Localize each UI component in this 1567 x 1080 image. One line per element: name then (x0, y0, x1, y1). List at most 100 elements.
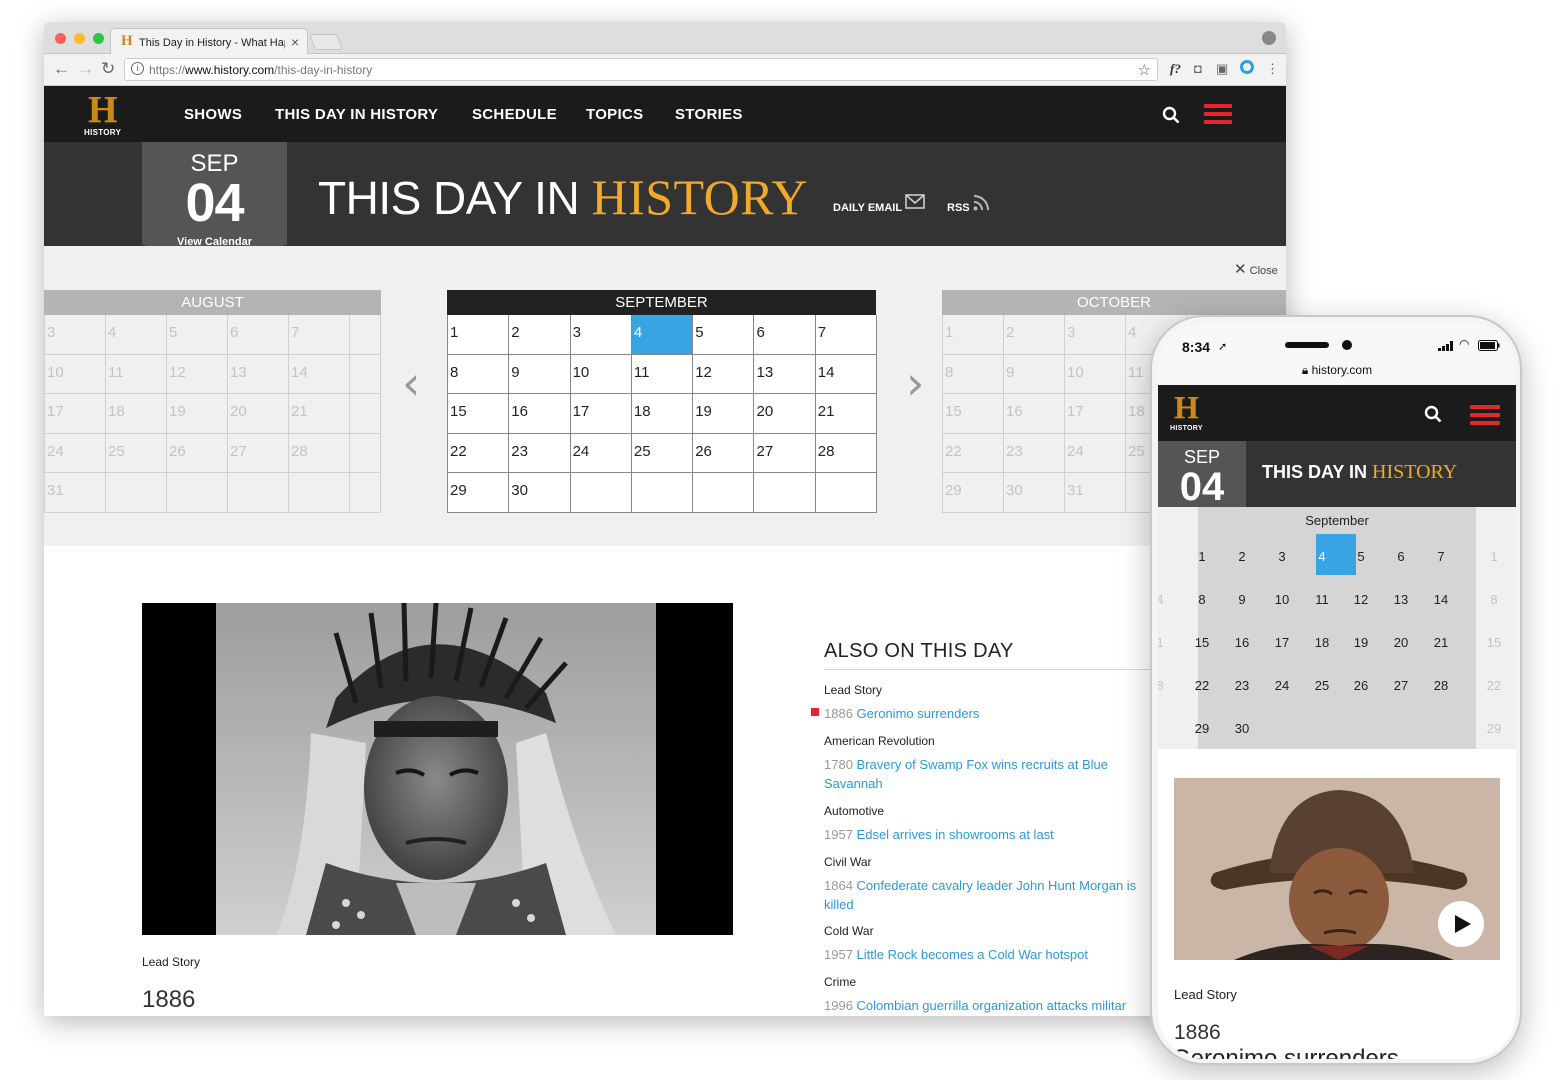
calendar-day[interactable]: 26 (167, 433, 228, 474)
calendar-day[interactable]: 11 (106, 354, 167, 395)
calendar-day[interactable]: 17 (1065, 394, 1126, 434)
calendar-day[interactable]: 19 (167, 394, 228, 434)
event-link[interactable]: 1996 Colombian guerrilla organization at… (824, 996, 1159, 1015)
calendar-day[interactable]: 20 (1381, 635, 1421, 650)
site-info-icon[interactable]: i (131, 62, 144, 75)
minimize-window-button[interactable] (74, 33, 85, 44)
calendar-day[interactable]: 4 (1302, 549, 1342, 564)
calendar-day[interactable]: 17 (45, 394, 106, 434)
calendar-day[interactable]: 10 (570, 354, 632, 395)
calendar-day[interactable]: 30 (1004, 473, 1065, 513)
calendar-day[interactable]: 29 (943, 473, 1004, 513)
daily-email-link[interactable]: DAILY EMAIL (833, 202, 902, 214)
calendar-day[interactable]: 12 (167, 354, 228, 395)
calendar-day[interactable]: 14 (1421, 592, 1461, 607)
calendar-day[interactable]: 5 (167, 315, 228, 355)
calendar-day[interactable]: 20 (754, 394, 816, 434)
calendar-day[interactable]: 14 (289, 354, 350, 395)
calendar-day[interactable]: 30 (509, 473, 571, 513)
calendar-day[interactable]: 22 (943, 433, 1004, 474)
calendar-day[interactable]: 18 (106, 394, 167, 434)
hamburger-menu-icon[interactable] (1470, 405, 1500, 427)
calendar-day[interactable]: 27 (754, 433, 816, 474)
calendar-day[interactable]: 28 (289, 433, 350, 474)
event-link[interactable]: 1864 Confederate cavalry leader John Hun… (824, 876, 1159, 914)
forward-arrow-icon[interactable]: → (77, 59, 94, 79)
envelope-icon[interactable] (905, 194, 925, 209)
calendar-day[interactable]: 8 (943, 354, 1004, 395)
calendar-day[interactable]: 2 (509, 315, 571, 355)
event-link[interactable]: 1780 Bravery of Swamp Fox wins recruits … (824, 755, 1159, 793)
calendar-day[interactable]: 27 (1381, 678, 1421, 693)
calendar-day[interactable]: 27 (228, 433, 289, 474)
chat-extension-icon[interactable]: ▣ (1216, 61, 1228, 77)
calendar-day[interactable]: 13 (754, 354, 816, 395)
calendar-day[interactable]: 22 (1182, 678, 1222, 693)
calendar-day[interactable]: 15 (1182, 635, 1222, 650)
calendar-day[interactable]: 19 (693, 394, 755, 434)
calendar-day[interactable]: 10 (1262, 592, 1302, 607)
calendar-day[interactable]: 30 (1222, 721, 1262, 736)
calendar-day[interactable]: 10 (1065, 354, 1126, 395)
play-button[interactable] (1438, 901, 1484, 947)
calendar-day[interactable]: 16 (1004, 394, 1065, 434)
calendar-day[interactable]: 9 (509, 354, 571, 395)
calendar-day[interactable]: 26 (693, 433, 755, 474)
nav-topics[interactable]: TOPICS (586, 106, 643, 123)
calendar-day[interactable]: 15 (448, 394, 510, 434)
circle-extension-icon[interactable] (1240, 60, 1254, 74)
calendar-day[interactable]: 7 (815, 315, 878, 355)
calendar-day[interactable]: 16 (509, 394, 571, 434)
calendar-day[interactable]: 21 (1421, 635, 1461, 650)
calendar-day[interactable]: 28 (1421, 678, 1461, 693)
calendar-day[interactable]: 24 (45, 433, 106, 474)
calendar-day[interactable]: 23 (1222, 678, 1262, 693)
bookmark-star-icon[interactable]: ☆ (1138, 61, 1151, 79)
rss-link[interactable]: RSS (947, 202, 970, 214)
calendar-day[interactable]: 25 (106, 433, 167, 474)
calendar-day[interactable]: 21 (815, 394, 878, 434)
calendar-day[interactable]: 5 (693, 315, 755, 355)
calendar-day[interactable]: 29 (448, 473, 510, 513)
search-icon[interactable] (1162, 106, 1180, 124)
reload-icon[interactable]: ↻ (101, 59, 115, 79)
nav-shows[interactable]: SHOWS (184, 106, 242, 123)
prev-month-arrow-icon[interactable]: ‹ (402, 356, 420, 410)
calendar-day[interactable]: 23 (1004, 433, 1065, 474)
event-link[interactable]: 1957 Little Rock becomes a Cold War hots… (824, 945, 1159, 964)
calendar-day[interactable]: 28 (815, 433, 878, 474)
event-link[interactable]: 1886 Geronimo surrenders (824, 704, 1159, 723)
calendar-day[interactable]: 18 (631, 394, 694, 434)
calendar-day[interactable]: 11 (1302, 592, 1342, 607)
close-calendar-button[interactable]: ✕ Close (1234, 260, 1278, 278)
calendar-day[interactable]: 22 (448, 433, 510, 474)
calendar-day[interactable]: 25 (631, 433, 694, 474)
calendar-day[interactable]: 13 (228, 354, 289, 395)
calendar-day[interactable]: 3 (1262, 549, 1302, 564)
calendar-day[interactable]: 1 (448, 315, 510, 355)
calendar-day[interactable]: 29 (1182, 721, 1222, 736)
calendar-day[interactable]: 6 (1381, 549, 1421, 564)
calendar-day[interactable]: 6 (228, 315, 289, 355)
menu-dots-icon[interactable]: ⋮ (1266, 61, 1279, 77)
calendar-day[interactable]: 31 (45, 473, 106, 513)
address-bar[interactable]: i https://www.history.com/this-day-in-hi… (124, 58, 1158, 81)
calendar-day[interactable]: 16 (1222, 635, 1262, 650)
calendar-day[interactable]: 2 (1222, 549, 1262, 564)
phone-address-bar[interactable]: 🔒︎ history.com (1158, 363, 1516, 378)
calendar-day[interactable]: 13 (1381, 592, 1421, 607)
calendar-day[interactable]: 2 (1004, 315, 1065, 355)
nav-schedule[interactable]: SCHEDULE (472, 106, 557, 123)
calendar-day[interactable]: 3 (570, 315, 632, 355)
calendar-day[interactable]: 17 (570, 394, 632, 434)
lead-story-headline[interactable]: Geronimo surrenders (1172, 1045, 1399, 1059)
calendar-day[interactable]: 26 (1341, 678, 1381, 693)
calendar-day[interactable]: 8 (1182, 592, 1222, 607)
event-link[interactable]: 1957 Edsel arrives in showrooms at last (824, 825, 1159, 844)
calendar-day[interactable]: 7 (289, 315, 350, 355)
calendar-day[interactable]: 20 (228, 394, 289, 434)
calendar-day[interactable]: 12 (1341, 592, 1381, 607)
next-month-arrow-icon[interactable]: › (906, 356, 924, 410)
calendar-day[interactable]: 18 (1302, 635, 1342, 650)
calendar-day[interactable]: 9 (1222, 592, 1262, 607)
